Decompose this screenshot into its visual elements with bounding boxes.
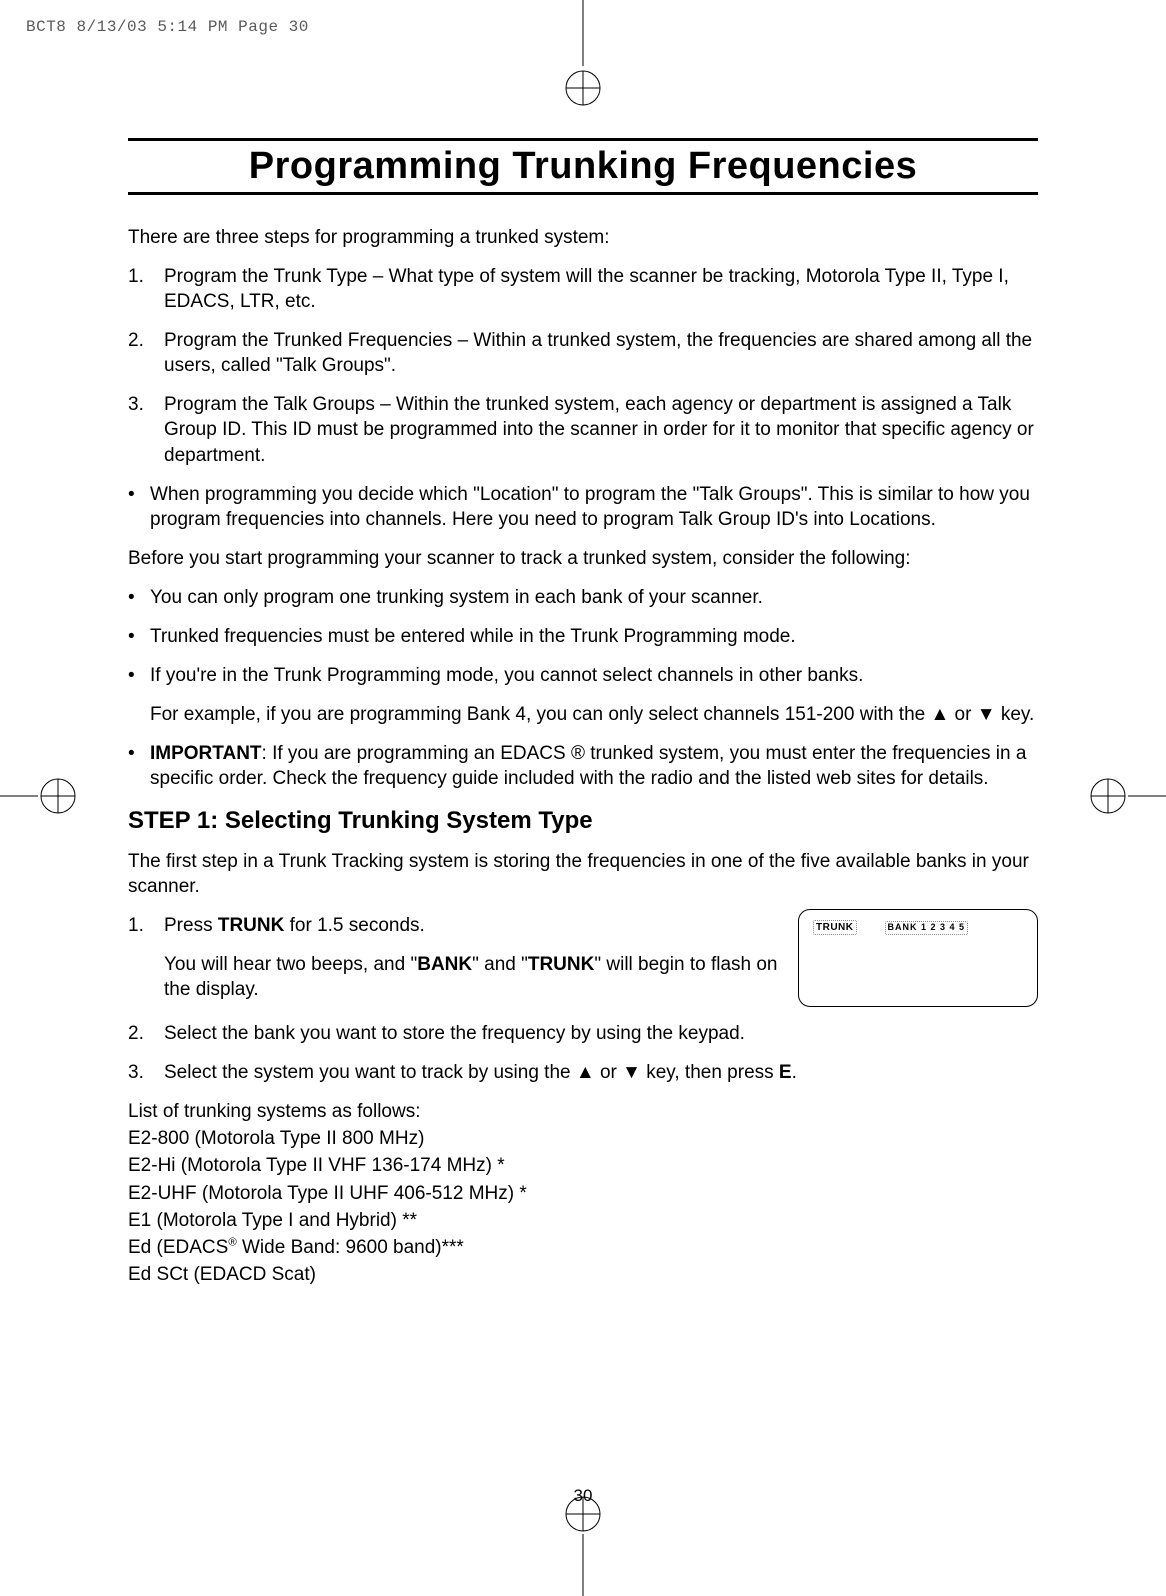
title-rule-top xyxy=(128,138,1038,141)
step1-heading: STEP 1: Selecting Trunking System Type xyxy=(128,805,1038,837)
step1-instruction-1: 1. Press TRUNK for 1.5 seconds. You will… xyxy=(128,913,1038,1007)
display-bank-label: BANK 1 2 3 4 5 xyxy=(885,921,969,935)
overview-step-3: 3.Program the Talk Groups – Within the t… xyxy=(128,392,1038,467)
file-header-meta: BCT8 8/13/03 5:14 PM Page 30 xyxy=(26,18,309,36)
crop-mark-right xyxy=(1090,778,1166,814)
trunking-system-list: List of trunking systems as follows: E2-… xyxy=(128,1099,1038,1287)
title-rule-bottom xyxy=(128,192,1038,195)
consideration-3-example: For example, if you are programming Bank… xyxy=(150,702,1038,727)
consideration-important: •IMPORTANT: If you are programming an ED… xyxy=(128,741,1038,791)
step1-instruction-2: 2.Select the bank you want to store the … xyxy=(128,1021,1038,1046)
page-content: Programming Trunking Frequencies There a… xyxy=(128,138,1038,1289)
consideration-3: •If you're in the Trunk Programming mode… xyxy=(128,663,1038,688)
bullet-location-note: •When programming you decide which "Loca… xyxy=(128,482,1038,532)
overview-step-1: 1.Program the Trunk Type – What type of … xyxy=(128,264,1038,314)
consideration-2: •Trunked frequencies must be entered whi… xyxy=(128,624,1038,649)
intro-text: There are three steps for programming a … xyxy=(128,225,1038,250)
consideration-1: •You can only program one trunking syste… xyxy=(128,585,1038,610)
step1-instruction-3: 3.Select the system you want to track by… xyxy=(128,1060,1038,1085)
scanner-display: TRUNK BANK 1 2 3 4 5 xyxy=(798,909,1038,1007)
page-title: Programming Trunking Frequencies xyxy=(128,143,1038,192)
crop-mark-top xyxy=(565,0,601,108)
before-text: Before you start programming your scanne… xyxy=(128,546,1038,571)
overview-step-2: 2.Program the Trunked Frequencies – With… xyxy=(128,328,1038,378)
crop-mark-left xyxy=(0,778,76,814)
display-trunk-label: TRUNK xyxy=(813,920,857,935)
page-number: 30 xyxy=(574,1486,593,1506)
step1-intro: The first step in a Trunk Tracking syste… xyxy=(128,849,1038,899)
crop-mark-bottom xyxy=(565,1496,601,1596)
